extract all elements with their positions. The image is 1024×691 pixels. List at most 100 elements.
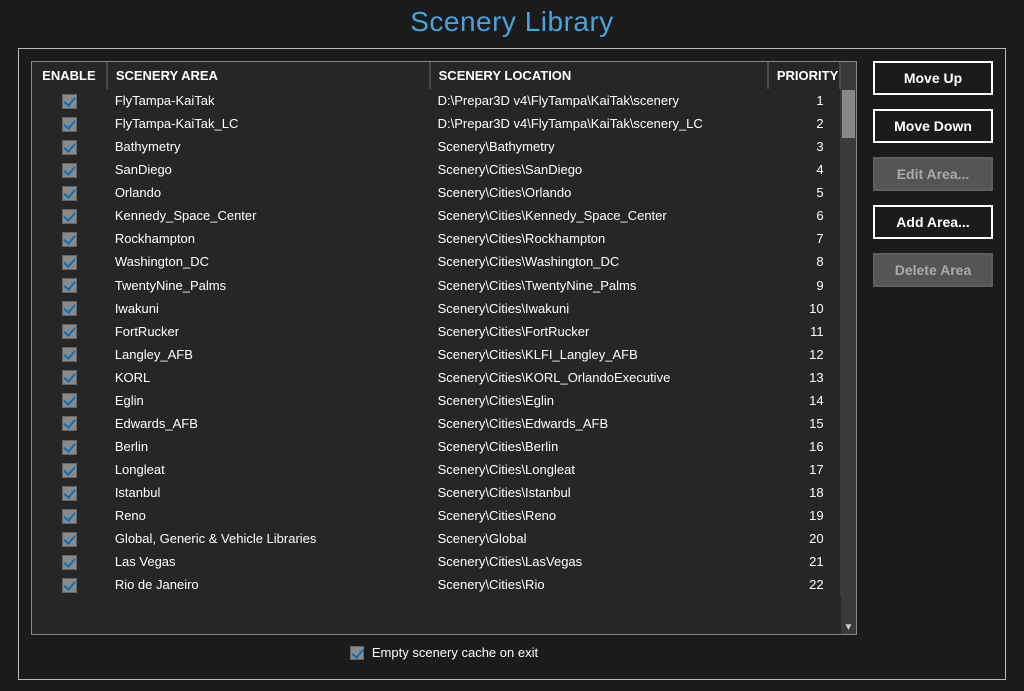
delete-area-button: Delete Area	[873, 253, 993, 287]
table-row[interactable]: Las VegasScenery\Cities\LasVegas21	[32, 550, 856, 573]
area-cell: Berlin	[107, 435, 430, 458]
location-cell: Scenery\Cities\TwentyNine_Palms	[430, 274, 768, 297]
footer-row: Empty scenery cache on exit	[31, 635, 857, 660]
move-down-button[interactable]: Move Down	[873, 109, 993, 143]
priority-cell: 14	[768, 389, 840, 412]
enable-checkbox[interactable]	[62, 416, 77, 431]
priority-cell: 1	[768, 89, 840, 112]
priority-cell: 6	[768, 204, 840, 227]
location-cell: Scenery\Cities\SanDiego	[430, 158, 768, 181]
priority-cell: 15	[768, 412, 840, 435]
area-cell: Eglin	[107, 389, 430, 412]
enable-checkbox[interactable]	[62, 370, 77, 385]
location-cell: Scenery\Cities\KLFI_Langley_AFB	[430, 343, 768, 366]
priority-cell: 12	[768, 343, 840, 366]
col-header-enable[interactable]: ENABLE	[32, 62, 107, 89]
enable-checkbox[interactable]	[62, 555, 77, 570]
location-cell: Scenery\Cities\KORL_OrlandoExecutive	[430, 366, 768, 389]
table-row[interactable]: Washington_DCScenery\Cities\Washington_D…	[32, 250, 856, 273]
enable-checkbox[interactable]	[62, 278, 77, 293]
table-row[interactable]: KORLScenery\Cities\KORL_OrlandoExecutive…	[32, 366, 856, 389]
table-row[interactable]: OrlandoScenery\Cities\Orlando5	[32, 181, 856, 204]
area-cell: Longleat	[107, 458, 430, 481]
enable-checkbox[interactable]	[62, 209, 77, 224]
area-cell: Bathymetry	[107, 135, 430, 158]
table-row[interactable]: FlyTampa-KaiTak_LCD:\Prepar3D v4\FlyTamp…	[32, 112, 856, 135]
enable-checkbox[interactable]	[62, 509, 77, 524]
table-row[interactable]: FortRuckerScenery\Cities\FortRucker11	[32, 320, 856, 343]
priority-cell: 19	[768, 504, 840, 527]
table-row[interactable]: RenoScenery\Cities\Reno19	[32, 504, 856, 527]
table-row[interactable]: BathymetryScenery\Bathymetry3	[32, 135, 856, 158]
move-up-button[interactable]: Move Up	[873, 61, 993, 95]
add-area-button[interactable]: Add Area...	[873, 205, 993, 239]
enable-checkbox[interactable]	[62, 117, 77, 132]
scrollbar-thumb[interactable]	[842, 90, 855, 138]
priority-cell: 13	[768, 366, 840, 389]
location-cell: Scenery\Cities\Reno	[430, 504, 768, 527]
area-cell: Rio de Janeiro	[107, 573, 430, 596]
side-buttons: Move Up Move Down Edit Area... Add Area.…	[873, 61, 993, 671]
area-cell: Rockhampton	[107, 227, 430, 250]
priority-cell: 18	[768, 481, 840, 504]
priority-cell: 20	[768, 527, 840, 550]
enable-checkbox[interactable]	[62, 463, 77, 478]
enable-checkbox[interactable]	[62, 486, 77, 501]
table-row[interactable]: TwentyNine_PalmsScenery\Cities\TwentyNin…	[32, 274, 856, 297]
main-panel: ENABLE SCENERY AREA SCENERY LOCATION PRI…	[18, 48, 1006, 680]
table-row[interactable]: BerlinScenery\Cities\Berlin16	[32, 435, 856, 458]
enable-checkbox[interactable]	[62, 232, 77, 247]
scroll-down-arrow[interactable]: ▼	[841, 620, 856, 634]
enable-checkbox[interactable]	[62, 578, 77, 593]
location-cell: D:\Prepar3D v4\FlyTampa\KaiTak\scenery	[430, 89, 768, 112]
priority-cell: 16	[768, 435, 840, 458]
location-cell: Scenery\Cities\Kennedy_Space_Center	[430, 204, 768, 227]
table-row[interactable]: IstanbulScenery\Cities\Istanbul18	[32, 481, 856, 504]
table-row[interactable]: Edwards_AFBScenery\Cities\Edwards_AFB15	[32, 412, 856, 435]
table-row[interactable]: SanDiegoScenery\Cities\SanDiego4	[32, 158, 856, 181]
table-row[interactable]: LongleatScenery\Cities\Longleat17	[32, 458, 856, 481]
location-cell: Scenery\Cities\Istanbul	[430, 481, 768, 504]
enable-checkbox[interactable]	[62, 186, 77, 201]
edit-area-button: Edit Area...	[873, 157, 993, 191]
table-row[interactable]: Global, Generic & Vehicle LibrariesScene…	[32, 527, 856, 550]
location-cell: Scenery\Cities\Berlin	[430, 435, 768, 458]
table-row[interactable]: IwakuniScenery\Cities\Iwakuni10	[32, 297, 856, 320]
area-cell: KORL	[107, 366, 430, 389]
enable-checkbox[interactable]	[62, 94, 77, 109]
col-header-location[interactable]: SCENERY LOCATION	[430, 62, 768, 89]
enable-checkbox[interactable]	[62, 163, 77, 178]
enable-checkbox[interactable]	[62, 440, 77, 455]
area-cell: FlyTampa-KaiTak	[107, 89, 430, 112]
enable-checkbox[interactable]	[62, 255, 77, 270]
priority-cell: 5	[768, 181, 840, 204]
table-row[interactable]: RockhamptonScenery\Cities\Rockhampton7	[32, 227, 856, 250]
area-cell: Orlando	[107, 181, 430, 204]
table-row[interactable]: FlyTampa-KaiTakD:\Prepar3D v4\FlyTampa\K…	[32, 89, 856, 112]
priority-cell: 22	[768, 573, 840, 596]
col-header-priority[interactable]: PRIORITY	[768, 62, 840, 89]
area-cell: SanDiego	[107, 158, 430, 181]
enable-checkbox[interactable]	[62, 393, 77, 408]
table-row[interactable]: Rio de JaneiroScenery\Cities\Rio22	[32, 573, 856, 596]
area-cell: Las Vegas	[107, 550, 430, 573]
enable-checkbox[interactable]	[62, 140, 77, 155]
vertical-scrollbar[interactable]: ▼	[841, 88, 856, 634]
area-cell: Langley_AFB	[107, 343, 430, 366]
enable-checkbox[interactable]	[62, 532, 77, 547]
area-cell: Kennedy_Space_Center	[107, 204, 430, 227]
empty-cache-checkbox[interactable]	[350, 646, 364, 660]
location-cell: Scenery\Cities\Rockhampton	[430, 227, 768, 250]
table-row[interactable]: Kennedy_Space_CenterScenery\Cities\Kenne…	[32, 204, 856, 227]
priority-cell: 11	[768, 320, 840, 343]
area-cell: FlyTampa-KaiTak_LC	[107, 112, 430, 135]
table-row[interactable]: EglinScenery\Cities\Eglin14	[32, 389, 856, 412]
enable-checkbox[interactable]	[62, 301, 77, 316]
enable-checkbox[interactable]	[62, 324, 77, 339]
area-cell: Iwakuni	[107, 297, 430, 320]
col-header-area[interactable]: SCENERY AREA	[107, 62, 430, 89]
location-cell: Scenery\Cities\Washington_DC	[430, 250, 768, 273]
enable-checkbox[interactable]	[62, 347, 77, 362]
table-row[interactable]: Langley_AFBScenery\Cities\KLFI_Langley_A…	[32, 343, 856, 366]
area-cell: TwentyNine_Palms	[107, 274, 430, 297]
